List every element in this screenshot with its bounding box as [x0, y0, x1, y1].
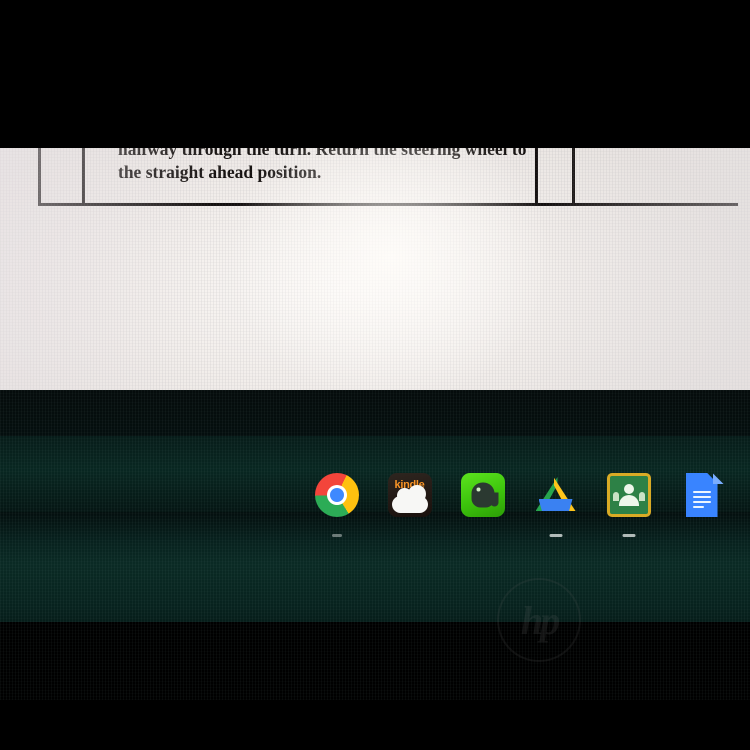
table-rule-bottom — [38, 203, 738, 206]
letterbox-bottom — [0, 700, 750, 750]
google-docs-icon[interactable] — [680, 473, 724, 517]
chrome-icon[interactable] — [314, 473, 359, 517]
kindle-cloud-glyph — [391, 485, 428, 513]
table-rule-col1 — [82, 148, 85, 206]
google-classroom-icon[interactable] — [606, 473, 651, 517]
laptop-screen: halfway through the turn. Return the ste… — [0, 148, 750, 700]
classroom-running-indicator — [622, 534, 635, 537]
hp-logo: hp — [497, 578, 581, 662]
chromeos-desktop — [0, 390, 750, 700]
exercise-cell-text-line1: halfway through the turn. Return the ste… — [118, 148, 527, 159]
textbook-page: halfway through the turn. Return the ste… — [0, 148, 750, 390]
docs-text-line — [692, 491, 711, 493]
classroom-left-figure — [612, 492, 619, 501]
shelf-item-kindle[interactable]: kindle — [373, 473, 446, 539]
letterbox-top — [0, 0, 750, 148]
table-rule-col3 — [572, 148, 575, 206]
evernote-icon[interactable] — [460, 473, 505, 517]
exercise-cell-text-line2: the straight ahead position. — [118, 162, 322, 182]
classroom-right-figure — [638, 492, 645, 501]
docs-folded-corner — [712, 473, 724, 484]
shelf-app-list: kindle — [300, 473, 750, 539]
drive-blue-base — [538, 499, 573, 511]
docs-text-line — [692, 506, 704, 508]
kindle-cloud-reader-icon[interactable]: kindle — [387, 473, 432, 517]
shelf-item-evernote[interactable] — [446, 473, 519, 539]
shelf-item-classroom[interactable] — [592, 473, 665, 539]
shelf-item-docs[interactable] — [665, 473, 738, 539]
docs-text-line — [692, 501, 711, 503]
shelf-item-chrome[interactable] — [300, 473, 373, 539]
shelf-item-drive[interactable] — [519, 473, 592, 539]
drive-running-indicator — [549, 534, 562, 537]
evernote-elephant-glyph — [471, 482, 498, 508]
chrome-running-indicator — [331, 534, 342, 537]
docs-text-line — [692, 496, 711, 498]
table-rule-left — [38, 148, 41, 206]
screenshot-stage: halfway through the turn. Return the ste… — [0, 0, 750, 750]
classroom-person-body — [618, 495, 639, 506]
exercise-cell-text: halfway through the turn. Return the ste… — [118, 148, 548, 184]
exercise-table: halfway through the turn. Return the ste… — [38, 148, 738, 208]
classroom-person-head — [623, 484, 634, 494]
google-drive-icon[interactable] — [534, 473, 578, 517]
bezel-below-shelf — [0, 622, 750, 700]
